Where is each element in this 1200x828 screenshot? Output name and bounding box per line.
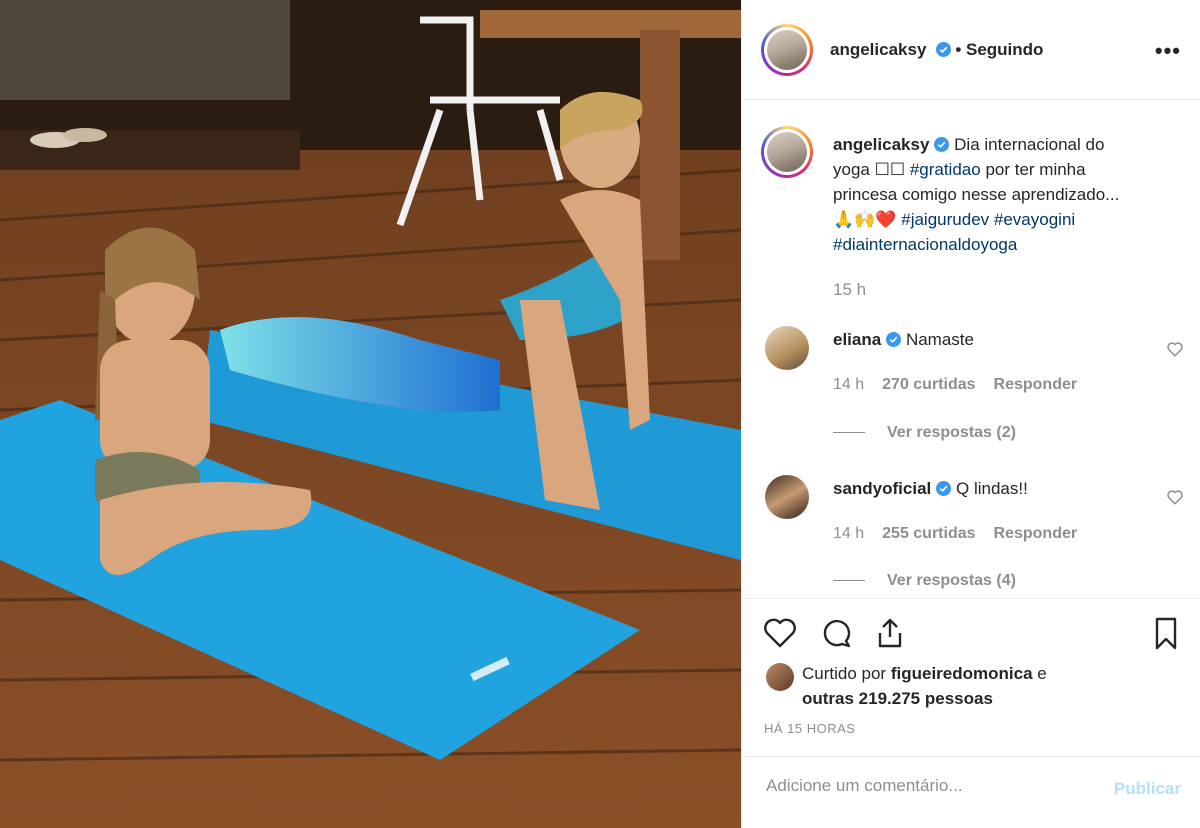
verified-badge-icon: [936, 481, 952, 496]
view-replies-button[interactable]: Ver respostas (2): [833, 424, 1016, 442]
add-comment-bar: Publicar: [742, 756, 1200, 828]
post-side-panel: angelicaksy • Seguindo ••• angelicaksy D…: [741, 0, 1200, 828]
more-options-icon[interactable]: •••: [1155, 38, 1181, 64]
caption-text-line3: princesa comigo nesse aprendizado...: [833, 185, 1120, 204]
author-username[interactable]: angelicaksy: [830, 40, 926, 59]
commenter-avatar[interactable]: [765, 326, 809, 370]
liked-by-summary: Curtido por figueiredomonica e outras 21…: [802, 661, 1047, 711]
hashtag-link[interactable]: #evayogini: [994, 210, 1075, 229]
post-actions: Curtido por figueiredomonica e outras 21…: [742, 598, 1200, 756]
hashtag-link[interactable]: #gratidao: [910, 160, 981, 179]
like-comment-heart-icon[interactable]: [1166, 340, 1184, 358]
yoga-photo-illustration: [0, 0, 741, 828]
hashtag-link[interactable]: #jaigurudev: [901, 210, 989, 229]
view-replies-label: Ver respostas (2): [887, 424, 1016, 441]
commenter-avatar[interactable]: [765, 475, 809, 519]
liked-by-avatar[interactable]: [766, 663, 794, 691]
comment-text: Namaste: [905, 330, 974, 349]
caption-text-line1: Dia internacional do: [954, 135, 1105, 154]
comment-input[interactable]: [764, 775, 1088, 797]
caption-emojis: 🙏🙌❤️: [833, 210, 897, 229]
save-bookmark-icon[interactable]: [1148, 615, 1184, 651]
liked-by-suffix: e: [1037, 664, 1047, 683]
verified-badge-icon: [934, 137, 950, 152]
comment-bubble-icon[interactable]: [818, 615, 854, 651]
caption-text-line2-end: por ter minha: [985, 160, 1086, 179]
commenter-username[interactable]: sandyoficial: [833, 479, 931, 498]
view-replies-button[interactable]: Ver respostas (4): [833, 572, 1016, 590]
liked-by-others[interactable]: outras 219.275 pessoas: [802, 689, 993, 708]
comment-meta: 14 h 270 curtidas Responder: [833, 376, 1077, 394]
follow-status[interactable]: • Seguindo: [955, 40, 1043, 59]
comment-meta: 14 h 255 curtidas Responder: [833, 525, 1077, 543]
liked-by-prefix: Curtido por: [802, 664, 887, 683]
publish-button[interactable]: Publicar: [1114, 779, 1181, 799]
liked-by-user[interactable]: figueiredomonica: [891, 664, 1033, 683]
share-icon[interactable]: [872, 615, 908, 651]
posted-time[interactable]: HÁ 15 HORAS: [764, 721, 855, 736]
verified-badge-icon: [886, 332, 902, 347]
reply-button[interactable]: Responder: [994, 376, 1078, 393]
caption-text-line2: yoga ☐☐: [833, 160, 906, 179]
comment-likes[interactable]: 255 curtidas: [882, 525, 975, 542]
comment: sandyoficial Q lindas!!: [833, 479, 1028, 499]
comment-likes[interactable]: 270 curtidas: [882, 376, 975, 393]
reply-button[interactable]: Responder: [994, 525, 1078, 542]
post-caption: angelicaksy Dia internacional do yoga ☐☐…: [833, 132, 1178, 302]
post-photo[interactable]: [0, 0, 741, 828]
post-header: angelicaksy • Seguindo •••: [742, 0, 1200, 100]
hashtag-link[interactable]: #diainternacionaldoyoga: [833, 235, 1017, 254]
caption-avatar[interactable]: [761, 126, 813, 178]
header-user-row: angelicaksy • Seguindo: [830, 40, 1043, 60]
comment-time[interactable]: 14 h: [833, 376, 864, 393]
author-avatar[interactable]: [761, 24, 813, 76]
comment-time[interactable]: 14 h: [833, 525, 864, 542]
caption-username[interactable]: angelicaksy: [833, 135, 929, 154]
verified-badge-icon: [935, 42, 951, 57]
view-replies-label: Ver respostas (4): [887, 572, 1016, 589]
commenter-username[interactable]: eliana: [833, 330, 881, 349]
comment-text: Q lindas!!: [956, 479, 1028, 498]
like-comment-heart-icon[interactable]: [1166, 488, 1184, 506]
caption-time[interactable]: 15 h: [833, 277, 1178, 302]
like-heart-icon[interactable]: [762, 615, 798, 651]
comment: eliana Namaste: [833, 330, 974, 350]
